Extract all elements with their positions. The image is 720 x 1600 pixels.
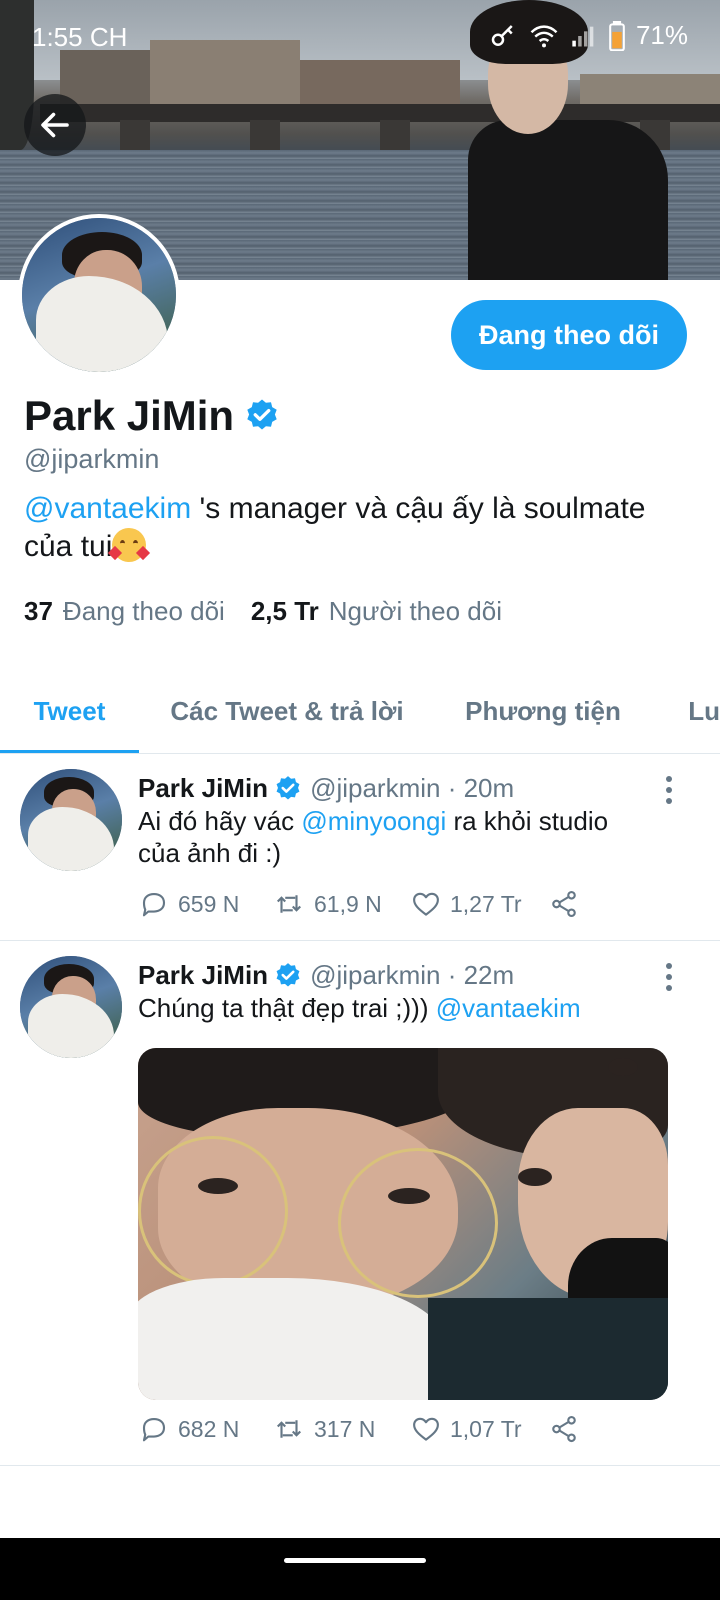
share-icon	[552, 890, 576, 918]
arrow-left-icon	[41, 112, 69, 138]
following-count[interactable]: 37	[24, 596, 53, 627]
tweet-author-name[interactable]: Park JiMin	[138, 960, 268, 991]
following-button[interactable]: Đang theo dõi	[451, 300, 687, 370]
tweet-text-part: Ai đó hãy vác	[138, 806, 302, 836]
tweet-mention-link[interactable]: @minyoongi	[301, 806, 446, 836]
tab-likes[interactable]: Lu	[651, 668, 720, 753]
tweet-header: Park JiMin @jiparkmin · 20m	[138, 773, 514, 804]
tweet-photo[interactable]	[138, 1048, 668, 1400]
more-options-icon[interactable]	[664, 775, 674, 805]
tweet-item[interactable]: Park JiMin @jiparkmin · 20m Ai đó hãy vá…	[0, 755, 720, 941]
profile-avatar[interactable]	[18, 214, 180, 376]
photo-glasses-lens	[138, 1136, 288, 1286]
profile-name: Park JiMin	[24, 392, 235, 439]
like-count: 1,07 Tr	[450, 1415, 522, 1442]
profile-tabs: Tweet Các Tweet & trả lời Phương tiện Lu	[0, 668, 720, 754]
home-gesture-handle[interactable]	[284, 1558, 426, 1563]
tweet-text-part: của ảnh đi :)	[138, 838, 282, 868]
followers-count[interactable]: 2,5 Tr	[251, 596, 319, 627]
profile-handle: @jiparkmin	[24, 444, 160, 474]
tweet-author-name[interactable]: Park JiMin	[138, 773, 268, 804]
tab-media[interactable]: Phương tiện	[435, 668, 651, 753]
reply-action[interactable]: 659 N	[138, 889, 272, 919]
tweet-actions: 659 N 61,9 N 1,27 Tr	[138, 889, 580, 919]
tweet-header: Park JiMin @jiparkmin · 22m	[138, 960, 514, 991]
tab-tweets-and-replies[interactable]: Các Tweet & trả lời	[139, 668, 435, 753]
tweet-avatar[interactable]	[20, 769, 122, 871]
retweet-icon	[276, 1420, 302, 1438]
photo-glasses-lens	[338, 1148, 498, 1298]
wifi-icon	[530, 24, 558, 47]
verified-badge-icon	[247, 399, 277, 430]
reply-icon	[142, 1417, 166, 1442]
smiling-hearts-emoji-icon	[108, 528, 151, 562]
profile-stats: 37 Đang theo dõi 2,5 Tr Người theo dõi	[24, 596, 528, 627]
like-count: 1,27 Tr	[450, 890, 522, 917]
profile-bio: @vantaekim 's manager và cậu ấy là soulm…	[24, 490, 696, 566]
following-label[interactable]: Đang theo dõi	[63, 596, 225, 627]
battery-percent: 71%	[635, 20, 688, 50]
bio-mention-link[interactable]: @vantaekim	[24, 492, 191, 525]
photo-eye	[388, 1188, 430, 1204]
share-action[interactable]	[548, 889, 580, 919]
photo-eye	[198, 1178, 238, 1194]
followers-label[interactable]: Người theo dõi	[329, 596, 502, 627]
retweet-action[interactable]: 317 N	[272, 1414, 410, 1444]
bio-text: của tui	[24, 530, 113, 563]
reply-icon	[142, 892, 166, 917]
profile-name-row: Park JiMin	[24, 392, 280, 440]
signal-icon	[572, 26, 594, 46]
status-bar: 1:55 CH 71%	[0, 0, 720, 72]
tweet-text-part: Chúng ta thật đẹp trai ;)))	[138, 993, 436, 1023]
tweet-actions: 682 N 317 N 1,07 Tr	[138, 1414, 580, 1444]
back-button[interactable]	[24, 94, 86, 156]
like-action[interactable]: 1,07 Tr	[410, 1414, 548, 1444]
retweet-icon	[276, 895, 302, 913]
tweet-text-part: ra khỏi studio	[446, 806, 609, 836]
system-navigation-bar	[0, 1538, 720, 1600]
tweet-text: Ai đó hãy vác @minyoongi ra khỏi studio …	[138, 805, 678, 869]
battery-icon	[609, 20, 625, 51]
share-action[interactable]	[548, 1414, 580, 1444]
like-action[interactable]: 1,27 Tr	[410, 889, 548, 919]
tweet-avatar[interactable]	[20, 956, 122, 1058]
tweet-text: Chúng ta thật đẹp trai ;))) @vantaekim	[138, 992, 678, 1024]
retweet-count: 317 N	[314, 1415, 376, 1442]
photo-eye	[518, 1168, 552, 1186]
heart-icon	[413, 892, 439, 916]
reply-count: 682 N	[178, 1415, 240, 1442]
more-options-icon[interactable]	[664, 962, 674, 992]
status-time: 1:55 CH	[32, 22, 128, 52]
vpn-key-icon	[491, 24, 513, 46]
retweet-count: 61,9 N	[314, 890, 382, 917]
verified-badge-icon	[276, 775, 300, 799]
verified-badge-icon	[276, 962, 300, 986]
tweet-handle-time: @jiparkmin · 20m	[310, 773, 515, 803]
reply-count: 659 N	[178, 890, 240, 917]
tweet-handle-time: @jiparkmin · 22m	[310, 960, 515, 990]
share-icon	[552, 1415, 576, 1443]
photo-eye	[608, 1058, 638, 1076]
heart-icon	[413, 1417, 439, 1441]
bio-text: 's manager và cậu ấy là soulmate	[191, 492, 646, 525]
tweet-mention-link[interactable]: @vantaekim	[436, 993, 581, 1023]
photo-clothing	[428, 1298, 668, 1400]
tab-tweets[interactable]: Tweet	[0, 668, 139, 753]
reply-action[interactable]: 682 N	[138, 1414, 272, 1444]
retweet-action[interactable]: 61,9 N	[272, 889, 410, 919]
